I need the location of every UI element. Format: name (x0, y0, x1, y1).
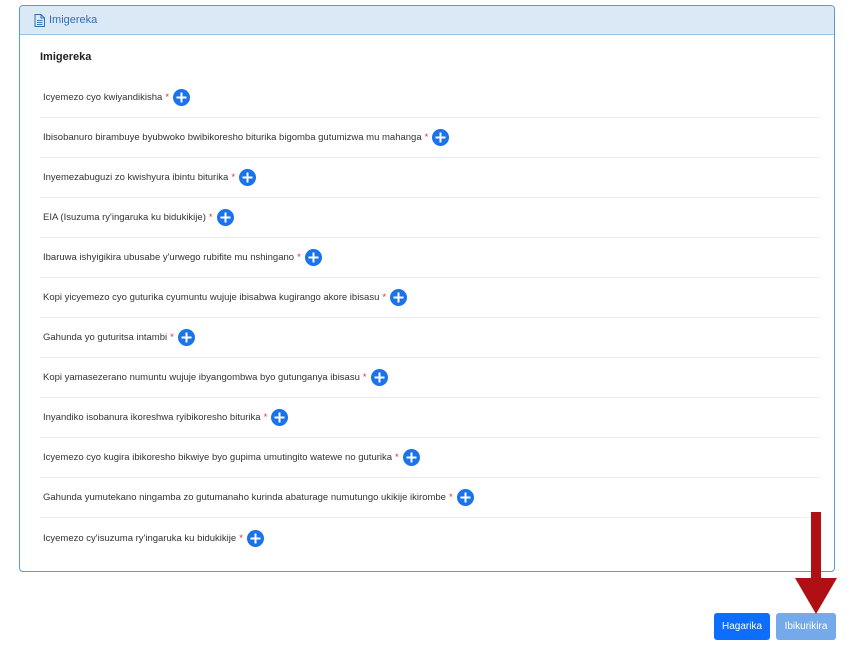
panel-header: Imigereka (20, 6, 834, 35)
attachment-row: EIA (Isuzuma ry'ingaruka ku bidukikije) * (40, 198, 820, 238)
attachment-label: Ibisobanuro birambuye byubwoko bwibikore… (43, 132, 422, 143)
required-asterisk: * (231, 172, 236, 183)
required-asterisk: * (208, 212, 213, 223)
attachment-label: EIA (Isuzuma ry'ingaruka ku bidukikije) (43, 212, 206, 223)
attachment-row: Inyemezabuguzi zo kwishyura ibintu bitur… (40, 158, 820, 198)
attachment-row: Gahunda yo guturitsa intambi * (40, 318, 820, 358)
attachment-row: Ibaruwa ishyigikira ubusabe y'urwego rub… (40, 238, 820, 278)
attachment-label: Icyemezo cyo kugira ibikoresho bikwiye b… (43, 452, 393, 463)
attachment-row: Gahunda yumutekano ningamba zo gutumanah… (40, 478, 820, 518)
plus-circle-icon[interactable] (173, 89, 191, 106)
attachment-label: Icyemezo cyo kwiyandikisha (43, 92, 163, 103)
required-asterisk: * (362, 372, 367, 383)
document-icon (34, 13, 45, 27)
plus-circle-icon[interactable] (456, 489, 474, 506)
attachment-label: Ibaruwa ishyigikira ubusabe y'urwego rub… (43, 252, 295, 263)
plus-circle-icon[interactable] (370, 369, 388, 386)
plus-circle-icon[interactable] (246, 529, 264, 547)
plus-circle-icon[interactable] (177, 329, 195, 346)
attachment-label: Kopi yamasezerano numuntu wujuje ibyango… (43, 372, 360, 383)
plus-circle-icon[interactable] (271, 409, 289, 426)
plus-circle-icon[interactable] (304, 249, 322, 266)
attachment-label: Icyemezo cy'isuzuma ry'ingaruka ku biduk… (43, 532, 237, 544)
plus-circle-icon[interactable] (239, 169, 257, 186)
required-asterisk: * (395, 452, 399, 463)
required-asterisk: * (424, 132, 429, 143)
cancel-button[interactable]: Hagarika (714, 613, 770, 640)
required-asterisk: * (382, 292, 387, 303)
plus-circle-icon[interactable] (390, 289, 408, 306)
attachment-label: Gahunda yo guturitsa intambi (43, 332, 168, 343)
panel-header-title: Imigereka (49, 14, 98, 26)
attachment-label: Kopi yicyemezo cyo guturika cyumuntu wuj… (43, 292, 380, 303)
attachment-row: Kopi yicyemezo cyo guturika cyumuntu wuj… (40, 278, 820, 318)
required-asterisk: * (297, 252, 301, 263)
attachments-panel: Imigereka Imigereka Icyemezo cyo kwiyand… (19, 5, 835, 572)
section-title: Imigereka (40, 51, 92, 63)
attachment-row: Kopi yamasezerano numuntu wujuje ibyango… (40, 358, 820, 398)
attachment-row: Icyemezo cyo kugira ibikoresho bikwiye b… (40, 438, 820, 478)
required-asterisk: * (170, 332, 174, 343)
plus-circle-icon[interactable] (402, 449, 420, 466)
plus-circle-icon[interactable] (216, 209, 234, 226)
required-asterisk: * (448, 492, 453, 503)
attachment-row: Inyandiko isobanura ikoreshwa ryibikores… (40, 398, 820, 438)
required-asterisk: * (239, 532, 243, 544)
required-asterisk: * (263, 412, 268, 423)
down-arrow-annotation (795, 512, 837, 614)
attachment-list: Icyemezo cyo kwiyandikisha * Ibisobanuro b… (40, 78, 820, 558)
plus-circle-icon[interactable] (432, 129, 450, 146)
attachment-label: Inyandiko isobanura ikoreshwa ryibikores… (43, 412, 261, 423)
attachment-row: Icyemezo cy'isuzuma ry'ingaruka ku biduk… (40, 518, 820, 558)
next-button[interactable]: Ibikurikira (776, 613, 836, 640)
attachment-row: Icyemezo cyo kwiyandikisha * (40, 78, 820, 118)
required-asterisk: * (165, 92, 170, 103)
attachment-label: Gahunda yumutekano ningamba zo gutumanah… (43, 492, 446, 503)
attachment-label: Inyemezabuguzi zo kwishyura ibintu bitur… (43, 172, 229, 183)
attachment-row: Ibisobanuro birambuye byubwoko bwibikore… (40, 118, 820, 158)
